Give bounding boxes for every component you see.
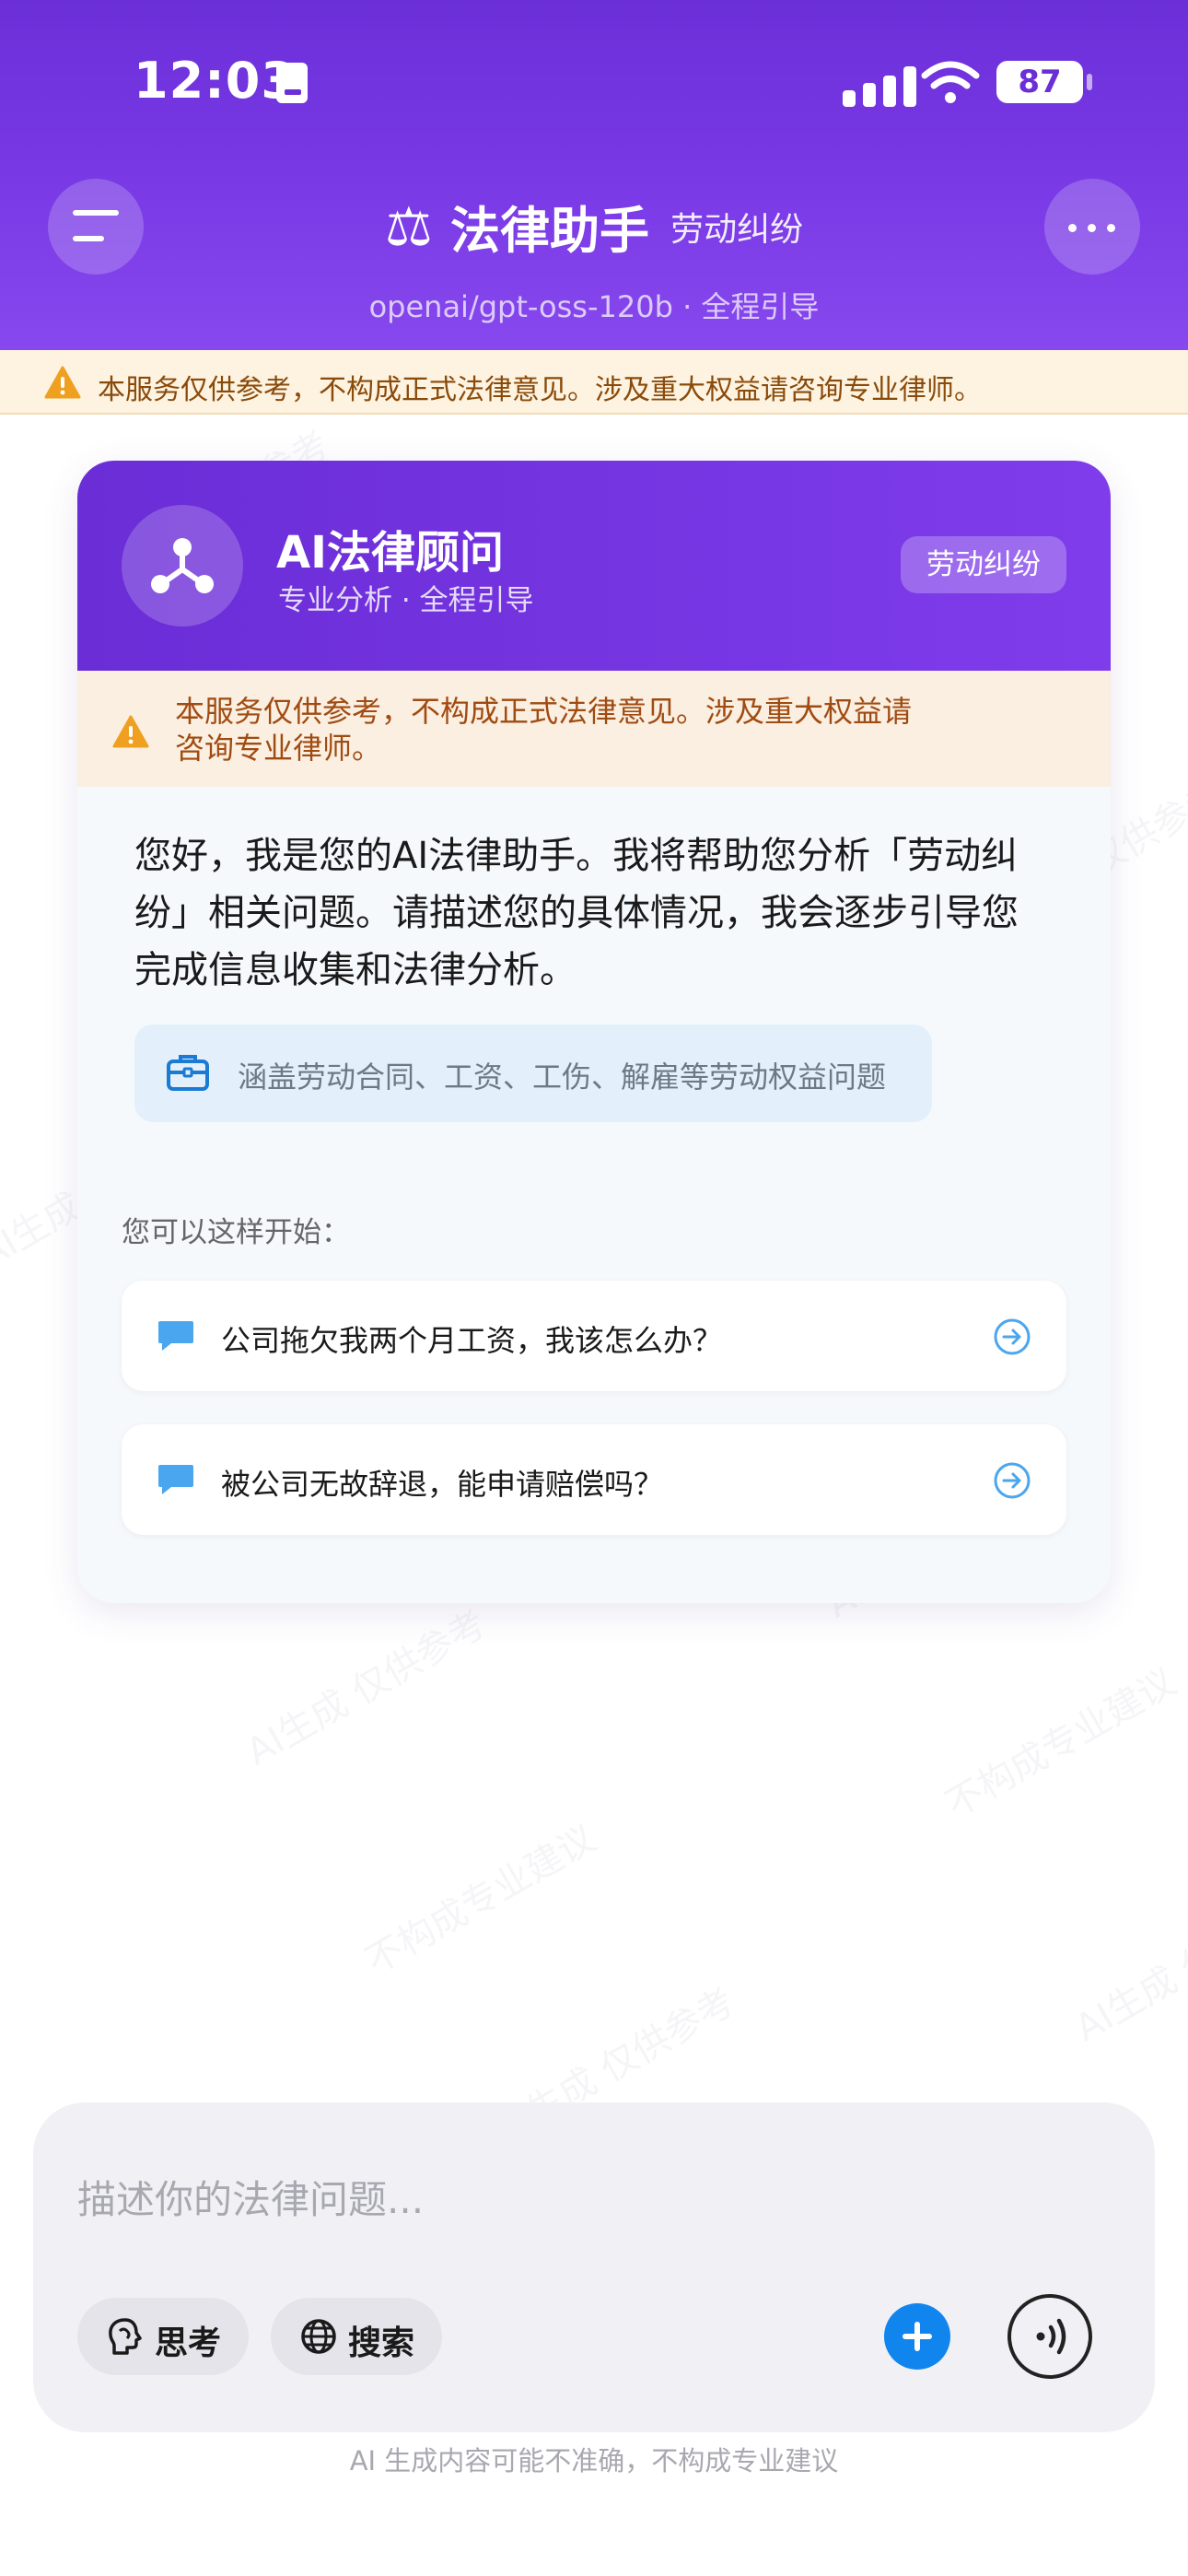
watermark: AI生成 仅供参考 [239,1602,494,1774]
network-icon [151,538,214,593]
card-warning: 本服务仅供参考，不构成正式法律意见。涉及重大权益请 咨询专业律师。 [77,671,1111,787]
model-info: openai/gpt-oss-120b · 全程引导 [368,289,820,324]
voice-input-button[interactable] [1007,2294,1092,2379]
globe-icon [301,2319,336,2354]
message-composer: 描述你的法律问题... 思考 搜索 [33,2102,1155,2432]
card-warning-text: 本服务仅供参考，不构成正式法律意见。涉及重大权益请 咨询专业律师。 [175,693,1004,767]
disclaimer-bar: 本服务仅供参考，不构成正式法律意见。涉及重大权益请咨询专业律师。 [0,350,1188,415]
status-bar: 12:03 87 [0,46,1188,120]
more-icon-dot [1088,224,1096,232]
think-toggle[interactable]: 思考 [77,2298,249,2375]
page-category: 劳动纠纷 [670,210,804,249]
search-toggle[interactable]: 搜索 [271,2298,442,2375]
more-icon [1068,224,1077,232]
category-badge: 劳动纠纷 [901,536,1066,593]
warning-icon [112,715,149,748]
status-time: 12:03 [134,52,297,110]
assistant-avatar [122,505,243,626]
more-icon-dot [1107,224,1115,232]
reading-mode-icon [276,63,308,103]
suggestion-text: 被公司无故辞退，能申请赔偿吗？ [221,1467,664,1502]
card-header: AI法律顾问 专业分析 · 全程引导 劳动纠纷 [77,461,1111,671]
brain-head-icon [109,2318,142,2355]
wifi-icon [921,61,980,103]
card-warning-line: 本服务仅供参考，不构成正式法律意见。涉及重大权益请 [175,694,913,729]
arrow-right-circle-icon [994,1318,1031,1355]
header-title-row: ⚖ 法律助手 劳动纠纷 [0,190,1188,263]
start-prompt-label: 您可以这样开始： [122,1216,350,1249]
suggestion-text: 公司拖欠我两个月工资，我该怎么办？ [221,1323,723,1358]
search-label: 搜索 [348,2324,415,2362]
briefcase-icon [167,1055,209,1091]
suggestion-item[interactable]: 公司拖欠我两个月工资，我该怎么办？ [122,1281,1066,1391]
add-attachment-button[interactable] [884,2303,950,2370]
suggestion-item[interactable]: 被公司无故辞退，能申请赔偿吗？ [122,1424,1066,1535]
scope-chip: 涵盖劳动合同、工资、工伤、解雇等劳动权益问题 [134,1025,932,1122]
scales-icon: ⚖ [384,194,433,258]
scope-text: 涵盖劳动合同、工资、工伤、解雇等劳动权益问题 [238,1060,887,1095]
watermark: AI生成 仅供参考 [1068,1879,1188,2051]
card-warning-line: 咨询专业律师。 [175,731,382,766]
card-title: AI法律顾问 [276,527,505,579]
battery-indicator: 87 [996,61,1092,103]
greeting-line: 纷」相关问题。请描述您的具体情况，我会逐步引导您 [134,892,1019,934]
message-input[interactable]: 描述你的法律问题... [77,2169,424,2225]
greeting-line: 您好，我是您的AI法律助手。我将帮助您分析「劳动纠 [134,835,1019,877]
card-subtitle: 专业分析 · 全程引导 [278,584,534,617]
more-options-button[interactable] [1044,179,1140,275]
chat-bubble-icon [158,1465,193,1494]
welcome-card: AI法律顾问 专业分析 · 全程引导 劳动纠纷 本服务仅供参考，不构成正式法律意… [77,461,1111,1603]
greeting-line: 完成信息收集和法律分析。 [134,949,577,991]
greeting-message: 您好，我是您的AI法律助手。我将帮助您分析「劳动纠 纷」相关问题。请描述您的具体… [134,827,1065,999]
warning-icon [44,366,81,399]
disclaimer-text: 本服务仅供参考，不构成正式法律意见。涉及重大权益请咨询专业律师。 [98,374,982,406]
watermark: 不构成专业建议 [358,1817,603,1984]
arrow-right-circle-icon [994,1462,1031,1499]
watermark: 不构成专业建议 [938,1660,1183,1827]
chat-bubble-icon [158,1321,193,1351]
voice-wave-icon [1036,2318,1066,2355]
think-label: 思考 [155,2324,222,2362]
page-title: 法律助手 [449,202,649,260]
ai-disclaimer-footnote: AI 生成内容可能不准确，不构成专业建议 [349,2445,839,2476]
